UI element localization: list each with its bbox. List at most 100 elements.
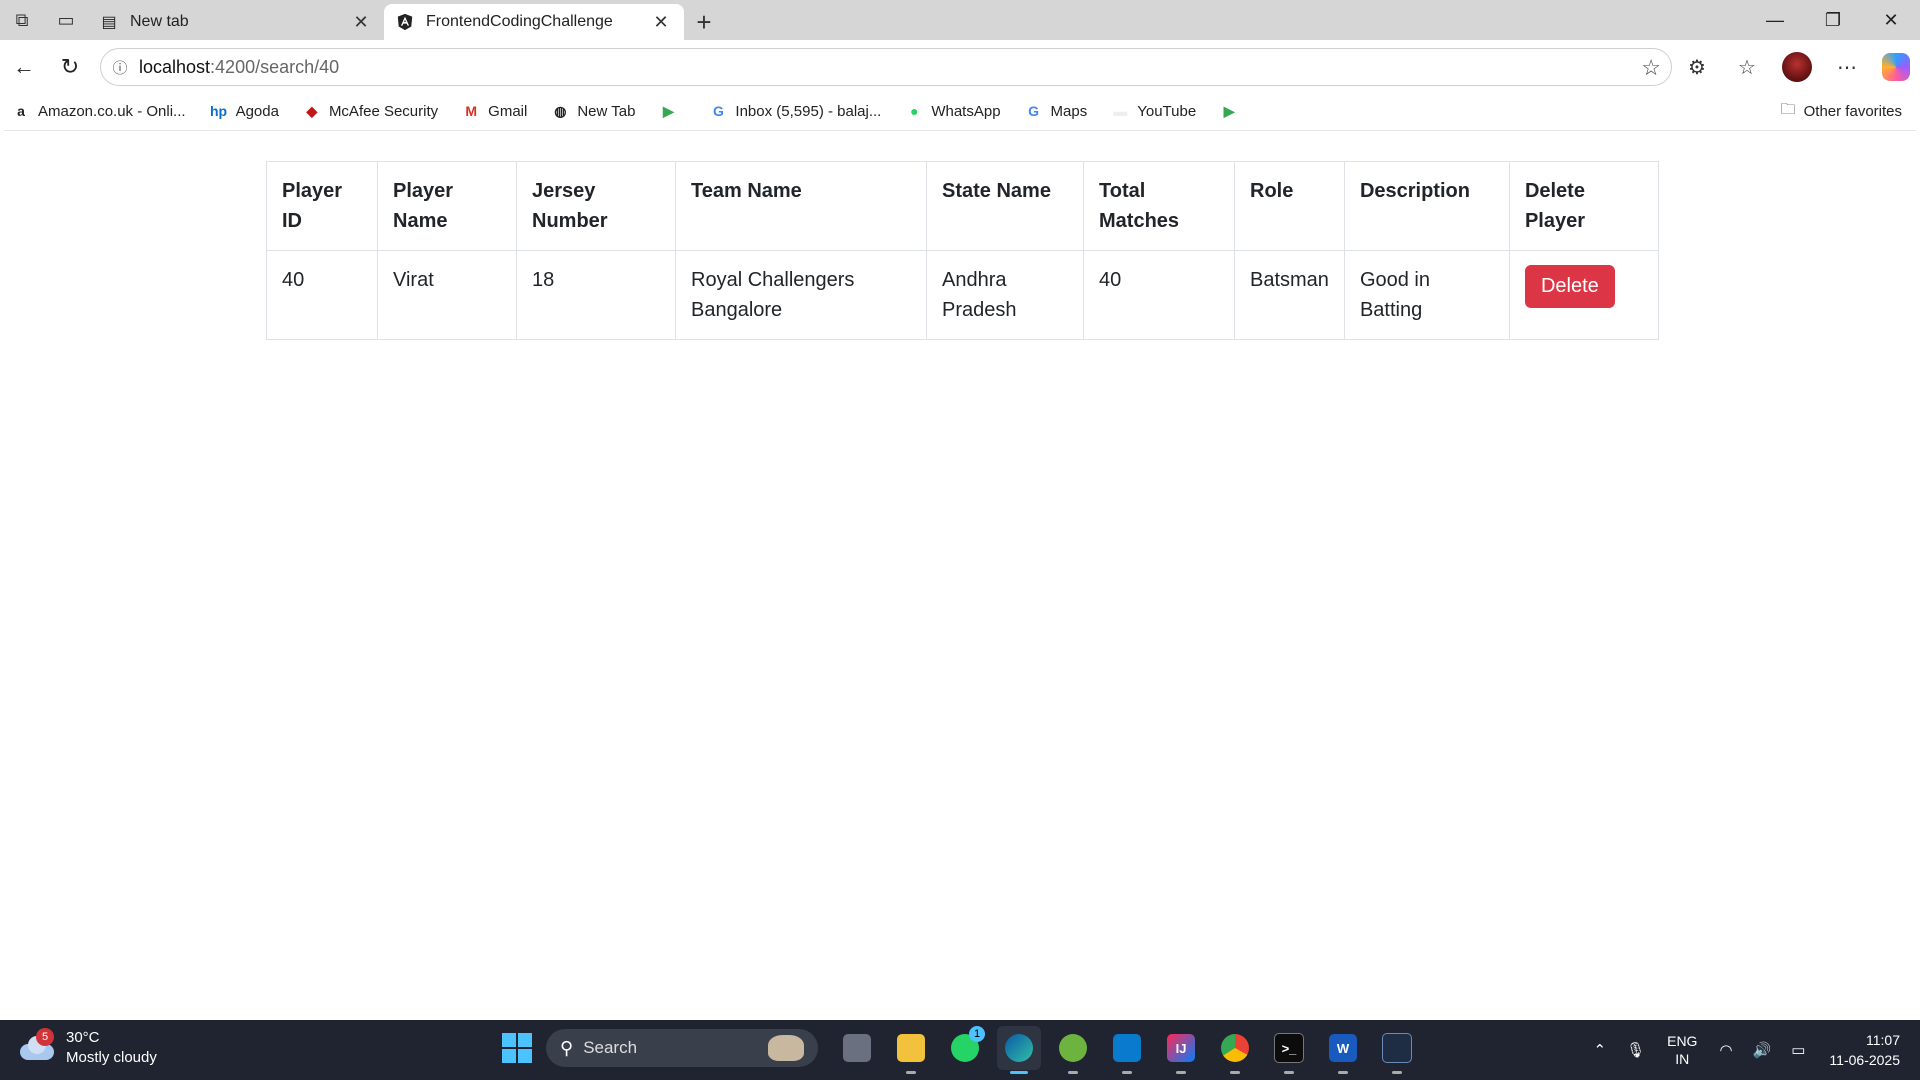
whatsapp-app-icon[interactable]: 1 — [943, 1026, 987, 1070]
angular-favicon-icon — [396, 13, 414, 31]
profile-avatar[interactable] — [1782, 52, 1812, 82]
whatsapp-icon: ● — [910, 103, 919, 119]
copilot-icon[interactable] — [1882, 53, 1910, 81]
intellij-icon[interactable]: IJ — [1159, 1026, 1203, 1074]
restore-icon[interactable]: ❐ — [1804, 0, 1862, 40]
battery-icon[interactable]: ▭ — [1791, 1041, 1805, 1059]
browser-toolbar: ← ↻ ⓘ localhost:4200/search/40 ☆ ⚙ ☆ ⋯ — [0, 40, 1920, 94]
mysql-icon[interactable] — [1375, 1026, 1419, 1074]
close-tab-icon[interactable]: ✕ — [650, 12, 672, 33]
other-favorites[interactable]: 🗀 Other favorites — [1781, 94, 1902, 128]
page-content: Player ID Player Name Jersey Number Team Na… — [4, 130, 1916, 1017]
language-indicator[interactable]: ENG IN — [1667, 1032, 1697, 1068]
youtube-icon: ▬ — [1113, 103, 1128, 119]
search-highlight-icon — [768, 1035, 804, 1061]
bookmark-play-store-2[interactable]: ▶ — [1208, 102, 1258, 120]
players-table: Player ID Player Name Jersey Number Team Na… — [266, 161, 1659, 340]
new-tab-favicon-icon: ▤ — [101, 14, 117, 31]
search-icon: ⚲ — [560, 1037, 574, 1058]
bookmark-inbox[interactable]: G Inbox (5,595) - balaj... — [697, 102, 893, 120]
tab-frontend-coding-challenge[interactable]: FrontendCodingChallenge ✕ — [384, 4, 684, 40]
temperature: 30°C — [66, 1029, 100, 1046]
cell-player-name: Virat — [377, 250, 517, 340]
vscode-icon[interactable] — [1105, 1026, 1149, 1074]
cell-description: Good in Batting — [1343, 250, 1510, 340]
bookmark-mcafee[interactable]: ◆ McAfee Security — [291, 102, 450, 120]
back-icon[interactable]: ← — [2, 45, 46, 89]
workspaces-icon[interactable]: ⧉ — [0, 0, 44, 40]
site-info-icon[interactable]: ⓘ — [101, 57, 139, 78]
edge-icon[interactable] — [997, 1026, 1041, 1074]
favorite-star-icon[interactable]: ☆ — [1641, 55, 1661, 81]
cell-team-name: Royal Challengers Bangalore — [675, 250, 927, 340]
folder-icon: 🗀 — [1780, 100, 1796, 118]
header-total-matches: Total Matches — [1083, 161, 1235, 251]
globe-icon: ◍ — [554, 102, 567, 119]
header-team-name: Team Name — [675, 161, 927, 251]
wifi-icon[interactable]: ◠ — [1719, 1041, 1732, 1059]
more-menu-icon[interactable]: ⋯ — [1822, 45, 1872, 89]
delete-button[interactable]: Delete — [1524, 265, 1615, 308]
mcafee-icon: ◆ — [306, 102, 318, 119]
tab-new-tab[interactable]: ▤ New tab ✕ — [88, 4, 384, 40]
chevron-up-icon[interactable]: ⌃ — [1593, 1041, 1606, 1059]
file-explorer-icon[interactable] — [889, 1026, 933, 1074]
header-jersey-number: Jersey Number — [516, 161, 676, 251]
header-role: Role — [1234, 161, 1345, 251]
address-bar[interactable]: ⓘ localhost:4200/search/40 ☆ — [100, 48, 1672, 86]
weather-widget[interactable]: 5 30°C Mostly cloudy — [20, 1028, 157, 1068]
word-icon[interactable]: W — [1321, 1026, 1365, 1074]
bookmark-new-tab[interactable]: ◍ New Tab — [539, 102, 647, 120]
tab-title: FrontendCodingChallenge — [426, 13, 613, 30]
cloud-icon: 5 — [20, 1028, 54, 1060]
weather-badge: 5 — [36, 1028, 54, 1046]
cell-delete: Delete — [1508, 250, 1659, 340]
task-view-icon[interactable] — [835, 1026, 879, 1070]
bookmark-youtube[interactable]: ▬ YouTube — [1099, 102, 1208, 120]
taskbar-search[interactable]: ⚲ Search — [546, 1029, 818, 1067]
bookmark-agoda[interactable]: hp Agoda — [198, 102, 291, 120]
url-text: localhost:4200/search/40 — [139, 56, 340, 77]
header-delete-player: Delete Player — [1508, 161, 1659, 251]
table-header-row: Player ID Player Name Jersey Number Team Na… — [266, 161, 1659, 251]
volume-icon[interactable]: 🔊 — [1753, 1041, 1772, 1059]
system-tray: ⌃ 🎙 ENG IN ◠ 🔊 ▭ 11:07 11-06-2025 — [1583, 1026, 1900, 1074]
clock[interactable]: 11:07 11-06-2025 — [1829, 1030, 1900, 1070]
cell-state-name: Andhra Pradesh — [926, 250, 1084, 340]
cell-role: Batsman — [1234, 250, 1345, 340]
terminal-icon[interactable]: >_ — [1267, 1026, 1311, 1074]
bookmark-whatsapp[interactable]: ● WhatsApp — [893, 102, 1012, 120]
spring-tool-icon[interactable] — [1051, 1026, 1095, 1074]
hp-icon: hp — [210, 103, 228, 119]
gmail-icon: M — [465, 103, 477, 119]
table-row: 40 Virat 18 Royal Challengers Bangalore A… — [266, 250, 1659, 340]
whatsapp-badge: 1 — [969, 1026, 985, 1042]
bookmark-play-store[interactable]: ▶ — [647, 102, 697, 120]
toolbar-right: ⚙ ☆ ⋯ — [1672, 45, 1920, 89]
windows-start-icon[interactable] — [502, 1033, 532, 1063]
weather-condition: Mostly cloudy — [66, 1049, 157, 1066]
bookmark-gmail[interactable]: M Gmail — [450, 102, 539, 120]
close-tab-icon[interactable]: ✕ — [350, 12, 372, 33]
taskbar-apps: ⚲ Search 1 IJ >_ W — [496, 1026, 1424, 1074]
cell-total-matches: 40 — [1083, 250, 1235, 340]
tab-strip: ⧉ ▭ ▤ New tab ✕ FrontendCodingChallenge … — [0, 0, 1920, 40]
google-icon: G — [1028, 103, 1039, 119]
favorites-icon[interactable]: ☆ — [1722, 45, 1772, 89]
refresh-icon[interactable]: ↻ — [48, 45, 92, 89]
cell-player-id: 40 — [266, 250, 378, 340]
bookmarks-bar: a Amazon.co.uk - Onli... hp Agoda ◆ McAfee … — [0, 94, 1920, 128]
extensions-icon[interactable]: ⚙ — [1672, 45, 1722, 89]
chrome-icon[interactable] — [1213, 1026, 1257, 1074]
taskbar: 5 30°C Mostly cloudy ⚲ Search 1 IJ >_ W … — [0, 1020, 1920, 1080]
header-state-name: State Name — [926, 161, 1084, 251]
microphone-icon[interactable]: 🎙 — [1626, 1041, 1645, 1059]
new-tab-button[interactable]: + — [684, 4, 724, 40]
tab-title: New tab — [130, 13, 189, 30]
close-window-icon[interactable]: ✕ — [1862, 0, 1920, 40]
vertical-tabs-icon[interactable]: ▭ — [44, 0, 88, 40]
bookmark-amazon[interactable]: a Amazon.co.uk - Onli... — [0, 102, 198, 120]
bookmark-maps[interactable]: G Maps — [1013, 102, 1100, 120]
minimize-icon[interactable]: — — [1746, 0, 1804, 40]
header-player-name: Player Name — [377, 161, 517, 251]
